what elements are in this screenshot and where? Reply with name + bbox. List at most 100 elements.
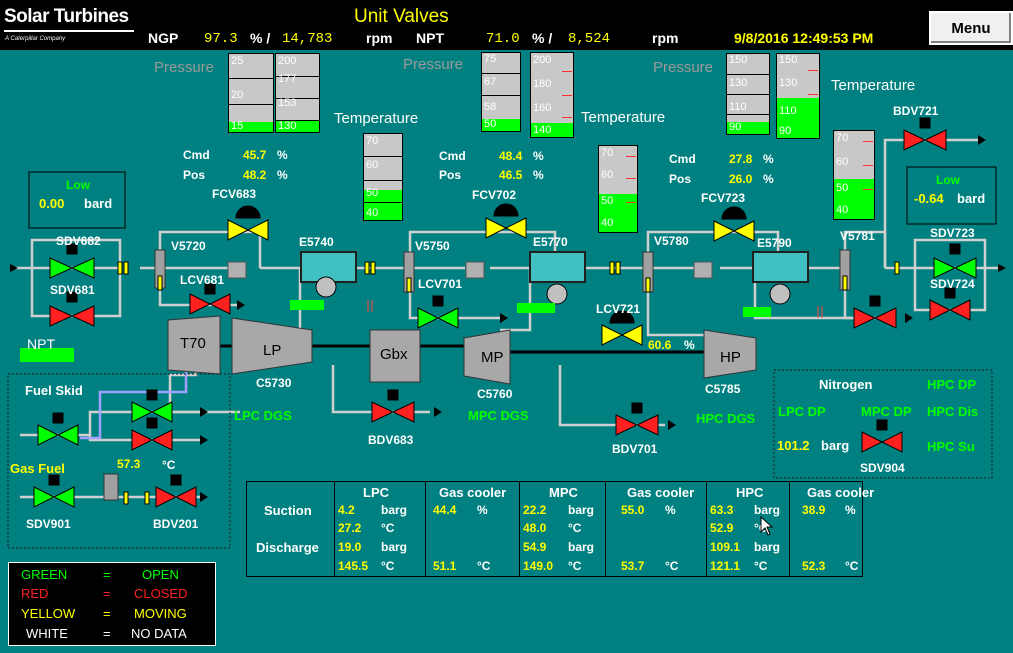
- lp-label[interactable]: LP: [263, 342, 281, 359]
- hpc-dis-label[interactable]: HPC Dis: [927, 404, 987, 419]
- v5720-tag[interactable]: V5720: [171, 239, 206, 253]
- mpc-discharge-temp-unit: °C: [568, 559, 582, 573]
- fcv723-cmd-value: 27.8: [729, 152, 753, 166]
- fcv723-tag[interactable]: FCV723: [701, 191, 745, 205]
- mpc-suction-temp-unit: °C: [568, 521, 582, 535]
- color-legend: GREEN = OPEN RED = CLOSED YELLOW = MOVIN…: [8, 562, 216, 646]
- fcv702-cmd-label: Cmd: [439, 149, 466, 163]
- gc2-discharge: 53.7: [621, 559, 645, 573]
- fcv683-cmd-value: 45.7: [243, 148, 267, 162]
- t70-label[interactable]: T70: [180, 335, 206, 352]
- fcv723-cmd-label: Cmd: [669, 152, 696, 166]
- hp-temperature-gauge: 70 60 50 40: [833, 130, 875, 220]
- hpc-su-label[interactable]: HPC Su: [927, 439, 987, 454]
- e5790-tag[interactable]: E5790: [757, 236, 792, 250]
- mpc-dgs-label[interactable]: MPC DGS: [468, 408, 529, 423]
- gc3-suction: 38.9: [802, 503, 826, 517]
- mpc-discharge-pressure: 54.9: [523, 540, 547, 554]
- hpc-discharge-pressure: 109.1: [710, 540, 741, 554]
- legend-red-eq: =: [103, 586, 111, 601]
- bdv721-tag[interactable]: BDV721: [893, 104, 938, 118]
- sdv682-tag[interactable]: SDV682: [56, 234, 101, 248]
- fcv683-cmd-label: Cmd: [183, 148, 210, 162]
- mpc-header: MPC: [549, 485, 578, 500]
- legend-yellow-key: YELLOW: [21, 606, 76, 621]
- legend-green-key: GREEN: [21, 567, 68, 582]
- e5740-tag[interactable]: E5740: [299, 235, 334, 249]
- fcv723-pos-label: Pos: [669, 172, 692, 186]
- mpc-discharge-temp: 149.0: [523, 559, 554, 573]
- lpc-dp-label[interactable]: LPC DP: [778, 404, 826, 419]
- gc1-suction-unit: %: [477, 503, 488, 517]
- v5780-tag[interactable]: V5780: [654, 234, 689, 248]
- legend-yellow-value: MOVING: [134, 606, 187, 621]
- legend-yellow-eq: =: [103, 606, 111, 621]
- fcv683-pos-label: Pos: [183, 168, 206, 182]
- fcv683-tag[interactable]: FCV683: [212, 187, 256, 201]
- mp-label[interactable]: MP: [481, 349, 504, 366]
- mpc-suction-temp: 48.0: [523, 521, 547, 535]
- fcv702-tag[interactable]: FCV702: [472, 188, 516, 202]
- fcv702-pos-value: 46.5: [499, 168, 523, 182]
- low-right-label: Low: [936, 173, 960, 187]
- sdv723-tag[interactable]: SDV723: [930, 226, 975, 240]
- v5750-tag[interactable]: V5750: [415, 239, 450, 253]
- gc1-discharge-unit: °C: [477, 559, 491, 573]
- gc3-header: Gas cooler: [807, 485, 875, 500]
- mpc-dp-label[interactable]: MPC DP: [861, 404, 912, 419]
- discharge-row-label: Discharge: [256, 540, 319, 555]
- lpc-discharge-temp: 145.5: [338, 559, 369, 573]
- gc1-discharge: 51.1: [433, 559, 457, 573]
- gc3-suction-unit: %: [845, 503, 856, 517]
- hp-discharge-pressure-gauge: 150 130 110 90: [776, 53, 820, 139]
- low-right-unit: bard: [957, 191, 986, 206]
- hpc-suction-pressure-unit: barg: [754, 503, 781, 517]
- bdv701-tag[interactable]: BDV701: [612, 442, 657, 456]
- sdv681-tag[interactable]: SDV681: [50, 283, 95, 297]
- bdv683-tag[interactable]: BDV683: [368, 433, 413, 447]
- lcv681-tag[interactable]: LCV681: [180, 273, 224, 287]
- gbx-label[interactable]: Gbx: [380, 346, 408, 363]
- fuel-skid-label: Fuel Skid: [25, 383, 83, 398]
- gc2-discharge-unit: °C: [665, 559, 679, 573]
- lp-suction-pressure-gauge: 25 20 15: [228, 53, 274, 133]
- c5785-tag: C5785: [705, 382, 741, 396]
- nitrogen-value: 101.2: [777, 438, 810, 453]
- hpc-dgs-label[interactable]: HPC DGS: [696, 411, 755, 426]
- lp-temperature-label: Temperature: [334, 110, 419, 127]
- fcv723-cmd-unit: %: [763, 152, 774, 166]
- bdv201-tag[interactable]: BDV201: [153, 517, 198, 531]
- low-left-unit: bard: [84, 196, 113, 211]
- c5760-tag: C5760: [477, 387, 513, 401]
- fcv723-pos-value: 26.0: [729, 172, 753, 186]
- nitrogen-unit: barg: [821, 438, 850, 453]
- gc2-suction: 55.0: [621, 503, 645, 517]
- fuel-temp-unit: °C: [162, 458, 176, 472]
- sdv724-tag[interactable]: SDV724: [930, 277, 975, 291]
- fcv702-cmd-unit: %: [533, 149, 544, 163]
- lpc-header: LPC: [363, 485, 389, 500]
- hp-label[interactable]: HP: [720, 349, 741, 366]
- hpc-discharge-pressure-unit: barg: [754, 540, 781, 554]
- sdv901-tag[interactable]: SDV901: [26, 517, 71, 531]
- sdv904-tag[interactable]: SDV904: [860, 461, 905, 475]
- low-right-value: -0.64: [914, 191, 944, 206]
- v5781-tag[interactable]: V5781: [840, 229, 875, 243]
- lcv721-tag[interactable]: LCV721: [596, 302, 640, 316]
- legend-white-value: NO DATA: [131, 626, 187, 641]
- lcv701-tag[interactable]: LCV701: [418, 277, 462, 291]
- gc3-discharge: 52.3: [802, 559, 826, 573]
- hpc-suction-temp: 52.9: [710, 521, 734, 535]
- nitrogen-label: Nitrogen: [819, 377, 873, 392]
- mp-suction-pressure-gauge: 75 67 58 50: [481, 52, 521, 132]
- hpc-dp-label[interactable]: HPC DP: [927, 377, 976, 392]
- lp-discharge-pressure-gauge: 200 177 153 130: [275, 53, 320, 133]
- mp-discharge-pressure-gauge: 200 180 160 140: [530, 52, 574, 138]
- mp-temperature-gauge: 70 60 50 40: [598, 145, 638, 233]
- e5770-tag[interactable]: E5770: [533, 235, 568, 249]
- lcv721-pct-value: 60.6: [648, 338, 672, 352]
- lpc-dgs-label[interactable]: LPC DGS: [234, 408, 292, 423]
- low-left-label: Low: [66, 178, 90, 192]
- hpc-discharge-temp: 121.1: [710, 559, 741, 573]
- mp-pressure-label: Pressure: [403, 56, 464, 73]
